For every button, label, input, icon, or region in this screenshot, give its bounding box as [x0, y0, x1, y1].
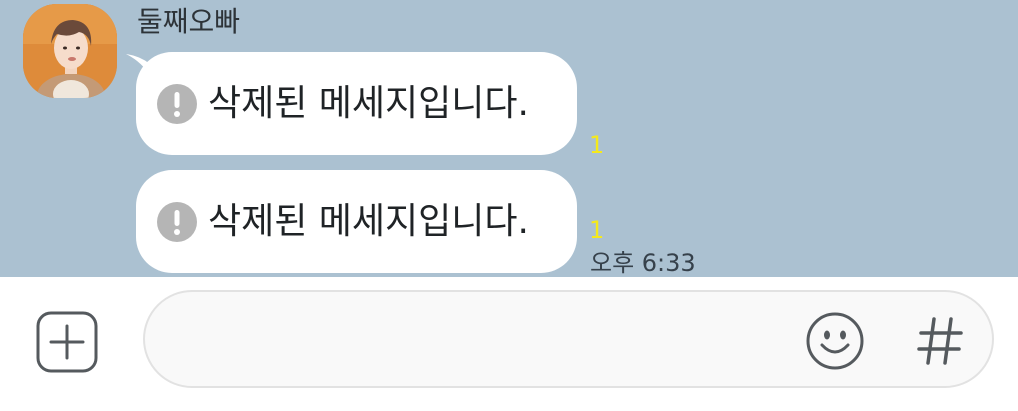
message-bubble[interactable]: 삭제된 메세지입니다. [136, 52, 577, 155]
unread-count: 1 [589, 131, 605, 159]
unread-count: 1 [589, 216, 605, 244]
hash-icon[interactable] [915, 313, 965, 369]
alert-circle-icon [157, 201, 197, 242]
avatar-photo [23, 4, 117, 98]
plus-square-icon[interactable] [36, 311, 98, 373]
message-input[interactable] [143, 290, 994, 388]
message-text: 삭제된 메세지입니다. [208, 200, 529, 242]
chat-area: 둘째오빠 삭제된 메세지입니다. 1 삭제된 메세지입니다. 1 오후 6:33 [0, 0, 1018, 277]
sender-name: 둘째오빠 [137, 5, 241, 38]
sender-avatar[interactable] [23, 4, 117, 98]
alert-circle-icon [157, 83, 197, 124]
smiley-icon[interactable] [805, 311, 865, 371]
message-timestamp: 오후 6:33 [590, 249, 696, 277]
message-bubble[interactable]: 삭제된 메세지입니다. [136, 170, 577, 273]
message-text: 삭제된 메세지입니다. [208, 82, 529, 124]
